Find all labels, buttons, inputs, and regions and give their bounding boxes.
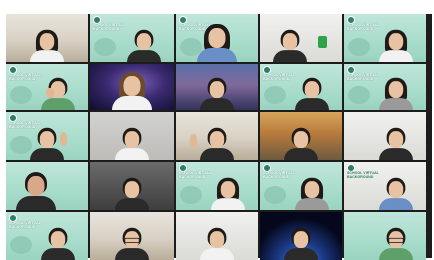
participant-tile[interactable]: [260, 212, 342, 260]
participant-tile[interactable]: SCHOOL VIRTUAL BACKGROUND: [6, 212, 88, 260]
participant-tile[interactable]: SCHOOL VIRTUAL BACKGROUND: [176, 14, 258, 62]
participant-video: [125, 26, 162, 62]
video-call-window: SCHOOL VIRTUAL BACKGROUND SCHOOL VIRTUAL…: [0, 0, 434, 260]
participant-video: [210, 174, 247, 210]
participant-tile[interactable]: SCHOOL VIRTUAL BACKGROUND: [176, 162, 258, 210]
participant-tile[interactable]: [176, 64, 258, 110]
background-caption: SCHOOL VIRTUAL BACKGROUND: [9, 73, 41, 82]
participant-video: [282, 224, 319, 260]
participant-tile[interactable]: SCHOOL VIRTUAL BACKGROUND: [260, 162, 342, 210]
participant-video: [294, 174, 331, 210]
drink-can-icon: [318, 36, 327, 48]
participant-tile[interactable]: SCHOOL VIRTUAL BACKGROUND: [344, 162, 426, 210]
participant-video: [198, 224, 235, 260]
hand-icon: [46, 88, 54, 98]
participant-tile[interactable]: [6, 14, 88, 62]
participant-tile[interactable]: [260, 14, 342, 62]
glasses-icon: [388, 237, 405, 243]
participant-tile[interactable]: [344, 112, 426, 160]
participant-tile[interactable]: SCHOOL VIRTUAL BACKGROUND: [344, 14, 426, 62]
participant-tile[interactable]: [260, 112, 342, 160]
participant-video: [113, 174, 150, 210]
participant-video: [40, 224, 77, 260]
participant-video: [198, 74, 235, 110]
participant-tile[interactable]: [90, 212, 174, 260]
participant-video: [110, 68, 154, 110]
participant-video: [378, 26, 415, 62]
participant-tile[interactable]: [176, 112, 258, 160]
participant-tile[interactable]: [176, 212, 258, 260]
background-caption: SCHOOL VIRTUAL BACKGROUND: [93, 23, 125, 32]
participant-tile[interactable]: SCHOOL VIRTUAL BACKGROUND: [344, 64, 426, 110]
background-caption: SCHOOL VIRTUAL BACKGROUND: [347, 23, 379, 32]
participant-tile[interactable]: [6, 162, 88, 210]
background-caption: SCHOOL VIRTUAL BACKGROUND: [347, 171, 379, 180]
participant-video: [294, 74, 331, 110]
participant-tile[interactable]: SCHOOL VIRTUAL BACKGROUND: [6, 112, 88, 160]
peace-sign-hand-icon: [190, 134, 197, 148]
gallery-view-grid: SCHOOL VIRTUAL BACKGROUND SCHOOL VIRTUAL…: [6, 14, 432, 260]
participant-video: [378, 124, 415, 160]
glasses-icon: [124, 237, 140, 243]
background-caption: SCHOOL VIRTUAL BACKGROUND: [179, 171, 211, 180]
participant-video: [14, 168, 58, 210]
participant-tile[interactable]: [90, 64, 174, 110]
participant-video: [113, 224, 150, 260]
participant-video: [28, 26, 65, 62]
background-caption: SCHOOL VIRTUAL BACKGROUND: [263, 171, 295, 180]
participant-video: [378, 224, 415, 260]
participant-tile[interactable]: [90, 162, 174, 210]
participant-video: [378, 74, 415, 110]
participant-video: [378, 174, 415, 210]
participant-tile[interactable]: [90, 112, 174, 160]
participant-video: [271, 26, 308, 62]
background-caption: SCHOOL VIRTUAL BACKGROUND: [9, 221, 41, 230]
participant-video: [282, 124, 319, 160]
participant-video: [113, 124, 150, 160]
background-caption: SCHOOL VIRTUAL BACKGROUND: [263, 73, 295, 82]
participant-tile[interactable]: SCHOOL VIRTUAL BACKGROUND: [90, 14, 174, 62]
participant-video: [198, 124, 235, 160]
background-caption: SCHOOL VIRTUAL BACKGROUND: [347, 73, 379, 82]
participant-tile[interactable]: SCHOOL VIRTUAL BACKGROUND: [6, 64, 88, 110]
peace-sign-hand-icon: [60, 132, 67, 146]
participant-video: [195, 20, 239, 62]
participant-tile[interactable]: SCHOOL VIRTUAL BACKGROUND: [260, 64, 342, 110]
participant-tile[interactable]: [344, 212, 426, 260]
